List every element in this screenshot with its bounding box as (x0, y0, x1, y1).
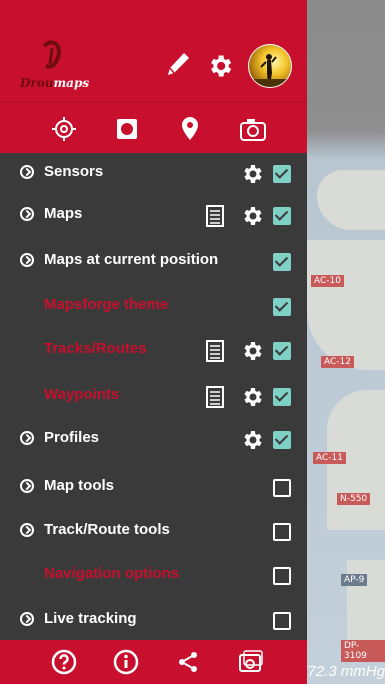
drawer-bottom-bar (0, 640, 307, 684)
chevron-right-icon (20, 207, 34, 221)
menu-item-tracks-routes[interactable]: Tracks/Routes (0, 329, 307, 373)
menu-item-maps-at-current-position[interactable]: Maps at current position (0, 240, 307, 284)
chevron-right-icon (20, 253, 34, 267)
menu-item-waypoints[interactable]: Waypoints (0, 375, 307, 419)
road-label: DP-3109 (341, 640, 385, 662)
menu-item-profiles[interactable]: Profiles (0, 418, 307, 462)
menu-item-mapsforge-theme[interactable]: Mapsforge theme (0, 285, 307, 329)
app-logo: Droumaps (20, 76, 90, 90)
chevron-right-icon (20, 165, 34, 179)
menu-item-label: Maps (44, 205, 83, 222)
map-land (307, 240, 385, 370)
chevron-right-icon (20, 612, 34, 626)
logo-icon (42, 40, 61, 69)
settings-gear-icon[interactable] (240, 204, 264, 228)
menu-item-label: Sensors (44, 163, 104, 180)
menu-item-sensors[interactable]: Sensors (0, 152, 307, 196)
road-label: AC-11 (313, 452, 346, 464)
camera-icon[interactable] (239, 115, 267, 143)
menu-item-label: Map tools (44, 477, 114, 494)
map-view[interactable]: AC-10 AC-12 AC-11 N-550 AP-9 DP-3109 772… (307, 0, 385, 684)
checkbox[interactable] (273, 567, 291, 585)
road-label: N-550 (337, 493, 371, 505)
list-icon[interactable] (205, 205, 225, 227)
list-icon[interactable] (205, 386, 225, 408)
navigation-drawer: Droumaps Sensors Maps Maps at current po… (0, 0, 307, 684)
drawer-toolbar (0, 102, 307, 153)
menu-item-navigation-options[interactable]: Navigation options (0, 554, 307, 598)
road-label: AC-10 (311, 275, 344, 287)
menu-item-maps[interactable]: Maps (0, 194, 307, 238)
settings-gear-icon[interactable] (240, 428, 264, 452)
profile-avatar[interactable] (248, 44, 292, 88)
share-icon[interactable] (174, 648, 202, 676)
menu-item-track-route-tools[interactable]: Track/Route tools (0, 510, 307, 554)
info-icon[interactable] (112, 648, 140, 676)
chevron-right-icon (20, 431, 34, 445)
drawer-header: Droumaps (0, 0, 307, 102)
checkbox[interactable] (273, 388, 291, 406)
menu-item-label: Tracks/Routes (44, 340, 147, 357)
menu-item-label: Profiles (44, 429, 100, 446)
pressure-readout: 772.3 mmHg (307, 663, 385, 680)
record-icon[interactable] (113, 115, 141, 143)
gallery-camera-icon[interactable] (236, 648, 264, 676)
list-icon[interactable] (205, 340, 225, 362)
road-label: AP-9 (341, 574, 368, 586)
checkbox[interactable] (273, 479, 291, 497)
checkbox[interactable] (273, 612, 291, 630)
pen-icon[interactable] (164, 50, 192, 78)
map-land (317, 170, 385, 230)
settings-gear-icon[interactable] (240, 339, 264, 363)
menu-item-map-tools[interactable]: Map tools (0, 466, 307, 510)
checkbox[interactable] (273, 253, 291, 271)
checkbox[interactable] (273, 165, 291, 183)
settings-gear-icon[interactable] (240, 385, 264, 409)
settings-gear-icon[interactable] (206, 52, 234, 80)
silhouette-icon (249, 54, 291, 87)
menu-item-label: Mapsforge theme (44, 296, 169, 313)
crosshair-icon[interactable] (50, 115, 78, 143)
chevron-right-icon (20, 479, 34, 493)
checkbox[interactable] (273, 431, 291, 449)
checkbox[interactable] (273, 207, 291, 225)
menu-item-label: Track/Route tools (44, 521, 170, 538)
settings-gear-icon[interactable] (240, 162, 264, 186)
road-label: AC-12 (321, 356, 354, 368)
checkbox[interactable] (273, 298, 291, 316)
checkbox[interactable] (273, 523, 291, 541)
checkbox[interactable] (273, 342, 291, 360)
menu-item-label: Waypoints (44, 386, 120, 403)
help-icon[interactable] (50, 648, 78, 676)
menu-item-label: Live tracking (44, 610, 137, 627)
menu-item-label: Navigation options (44, 565, 179, 582)
chevron-right-icon (20, 523, 34, 537)
map-pin-icon[interactable] (176, 115, 204, 143)
menu-item-live-tracking[interactable]: Live tracking (0, 599, 307, 643)
menu-item-label: Maps at current position (44, 251, 219, 268)
